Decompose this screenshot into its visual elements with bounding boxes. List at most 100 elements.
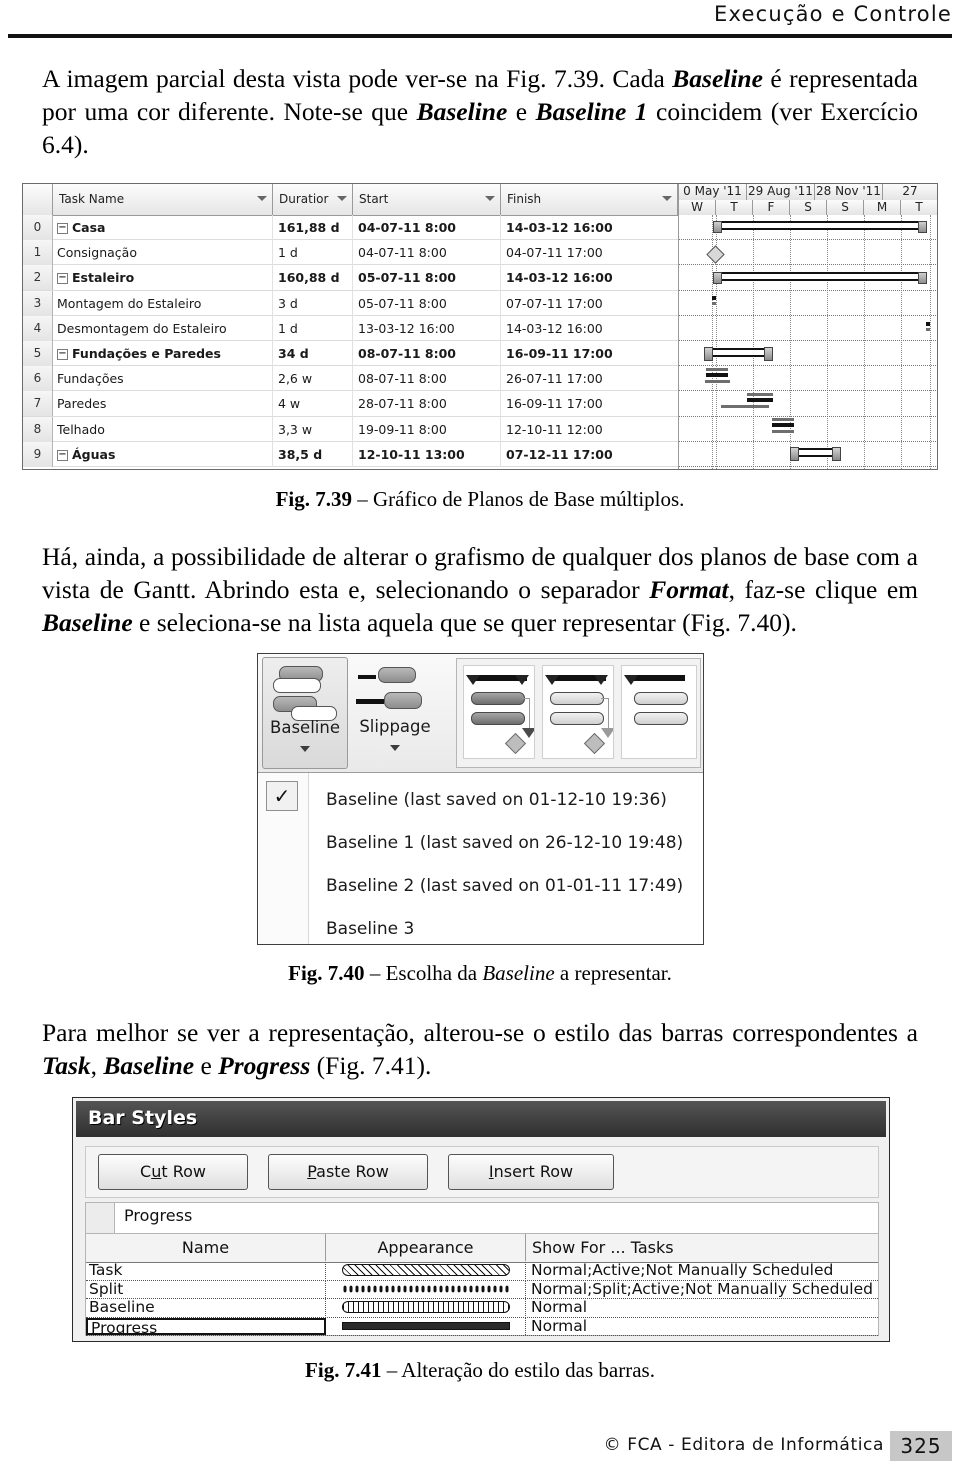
baseline-split-button[interactable]: Baseline xyxy=(262,657,348,769)
figure-7-39-gantt-view[interactable]: Task Name Duratior Start Finish 0− Casa 16… xyxy=(22,183,938,470)
gallery-style-1[interactable] xyxy=(463,665,535,759)
table-row[interactable]: Split Normal;Split;Active;Not Manually Sc… xyxy=(86,1280,878,1299)
grid-header-appearance[interactable]: Appearance xyxy=(326,1234,526,1261)
table-row[interactable]: Baseline Normal xyxy=(86,1299,878,1318)
bar-style-show-for-cell[interactable]: Normal xyxy=(526,1318,878,1335)
chevron-down-icon[interactable] xyxy=(300,746,310,752)
row-id-cell[interactable]: 9 xyxy=(23,441,53,467)
row-id-cell[interactable]: 0 xyxy=(23,215,53,240)
grid-header-show-for[interactable]: Show For ... Tasks xyxy=(526,1234,878,1261)
figure-7-41-bar-styles-dialog[interactable]: Bar Styles Cut Row Paste Row Insert Row … xyxy=(72,1097,890,1342)
duration-cell[interactable]: 1 d xyxy=(273,315,353,341)
start-cell[interactable]: 05-07-11 8:00 xyxy=(353,290,501,316)
finish-cell[interactable]: 16-09-11 17:00 xyxy=(501,341,678,366)
row-id-cell[interactable]: 2 xyxy=(23,265,53,291)
finish-cell[interactable]: 14-03-12 16:00 xyxy=(501,316,678,341)
gallery-style-2[interactable] xyxy=(542,665,614,759)
paste-row-button[interactable]: Paste Row xyxy=(268,1154,428,1190)
start-cell[interactable]: 04-07-11 8:00 xyxy=(353,240,501,266)
menu-item[interactable]: Baseline (last saved on 01-12-10 19:36) xyxy=(308,779,698,822)
row-id-cell[interactable]: 1 xyxy=(23,240,53,266)
duration-cell[interactable]: 3,3 w xyxy=(273,416,353,442)
table-row[interactable]: 7 Paredes 4 w 28-07-11 8:00 16-09-11 17:00 xyxy=(23,391,678,417)
gantt-sheet-pane[interactable]: Task Name Duratior Start Finish 0− Casa 16… xyxy=(23,184,678,469)
table-row[interactable]: Progress Normal xyxy=(86,1317,878,1336)
row-id-cell[interactable]: 4 xyxy=(23,315,53,341)
chevron-down-icon[interactable] xyxy=(257,196,267,201)
finish-cell[interactable]: 14-03-12 16:00 xyxy=(501,265,678,290)
gantt-bar-fundacoes[interactable] xyxy=(706,373,728,377)
finish-cell[interactable]: 12-10-11 12:00 xyxy=(501,417,678,442)
table-row[interactable]: 3 Montagem do Estaleiro 3 d 05-07-11 8:00 07… xyxy=(23,290,678,316)
finish-cell[interactable]: 04-07-11 17:00 xyxy=(501,240,678,265)
outline-collapse-icon[interactable]: − xyxy=(57,349,68,360)
figure-7-40-baseline-menu[interactable]: Baseline Slippage ✓ Baseline (last saved… xyxy=(257,653,704,945)
row-id-cell[interactable]: 3 xyxy=(23,290,53,316)
bar-style-appearance-cell[interactable] xyxy=(326,1262,526,1279)
table-row[interactable]: 6 Fundações 2,6 w 08-07-11 8:00 26-07-11 17:… xyxy=(23,366,678,392)
menu-item[interactable]: Baseline 1 (last saved on 26-12-10 19:48… xyxy=(308,822,698,865)
menu-item[interactable]: Baseline 3 xyxy=(308,908,698,944)
row-id-cell[interactable]: 7 xyxy=(23,391,53,417)
duration-cell[interactable]: 3 d xyxy=(273,290,353,316)
bar-style-appearance-cell[interactable] xyxy=(326,1280,526,1298)
outline-collapse-icon[interactable]: − xyxy=(57,273,68,285)
duration-cell[interactable]: 161,88 d xyxy=(273,215,353,240)
gantt-chart-pane[interactable]: 0 May '11 29 Aug '11 28 Nov '11 27 WTFSSMT xyxy=(678,184,937,469)
finish-cell[interactable]: 07-12-11 17:00 xyxy=(501,442,678,467)
start-cell[interactable]: 04-07-11 8:00 xyxy=(353,215,501,240)
bar-style-name-cell[interactable]: Baseline xyxy=(86,1299,326,1316)
duration-cell[interactable]: 160,88 d xyxy=(273,265,353,291)
table-row[interactable]: 0− Casa 161,88 d 04-07-11 8:00 14-03-12 16:0… xyxy=(23,215,678,241)
cut-row-button[interactable]: Cut Row xyxy=(98,1154,248,1190)
bar-style-appearance-cell[interactable] xyxy=(326,1317,526,1335)
gantt-style-gallery[interactable] xyxy=(456,658,701,768)
gantt-bar-summary-casa[interactable] xyxy=(713,221,927,233)
gantt-bar-telhado[interactable] xyxy=(772,423,794,427)
column-header-task-name[interactable]: Task Name xyxy=(53,184,273,215)
duration-cell[interactable]: 38,5 d xyxy=(273,441,353,467)
gantt-bar-paredes[interactable] xyxy=(747,398,773,402)
task-name-cell[interactable]: Telhado xyxy=(53,416,273,442)
start-cell[interactable]: 05-07-11 8:00 xyxy=(353,265,501,291)
start-cell[interactable]: 13-03-12 16:00 xyxy=(353,315,501,341)
bar-style-name-cell[interactable]: Split xyxy=(86,1280,326,1298)
outline-collapse-icon[interactable]: − xyxy=(57,449,68,461)
gantt-bar-summary-estaleiro[interactable] xyxy=(713,272,927,284)
column-header-duration[interactable]: Duratior xyxy=(273,184,353,215)
check-icon[interactable]: ✓ xyxy=(266,781,298,811)
bar-style-name-cell[interactable]: Task xyxy=(86,1262,326,1279)
column-header-start[interactable]: Start xyxy=(353,184,501,215)
duration-cell[interactable]: 4 w xyxy=(273,391,353,417)
start-cell[interactable]: 19-09-11 8:00 xyxy=(353,416,501,442)
gantt-bar-desmontagem[interactable] xyxy=(926,322,930,326)
insert-row-button[interactable]: Insert Row xyxy=(448,1154,614,1190)
task-name-cell[interactable]: − Casa xyxy=(53,215,273,240)
row-id-cell[interactable]: 6 xyxy=(23,366,53,392)
bar-styles-grid[interactable]: Name Appearance Show For ... Tasks Task N… xyxy=(85,1234,879,1336)
bar-style-show-for-cell[interactable]: Normal;Active;Not Manually Scheduled xyxy=(526,1262,878,1279)
bar-style-name-cell[interactable]: Progress xyxy=(86,1317,326,1335)
finish-cell[interactable]: 26-07-11 17:00 xyxy=(501,366,678,391)
slippage-split-button[interactable]: Slippage xyxy=(352,657,438,769)
chevron-down-icon[interactable] xyxy=(390,745,400,751)
table-row[interactable]: Task Normal;Active;Not Manually Scheduled xyxy=(86,1262,878,1281)
row-id-cell[interactable]: 8 xyxy=(23,416,53,442)
table-row[interactable]: 2− Estaleiro 160,88 d 05-07-11 8:00 14-03-12… xyxy=(23,265,678,291)
finish-cell[interactable]: 14-03-12 16:00 xyxy=(501,215,678,240)
task-name-cell[interactable]: − Águas xyxy=(53,441,273,467)
bar-style-show-for-cell[interactable]: Normal xyxy=(526,1299,878,1316)
task-name-cell[interactable]: Paredes xyxy=(53,391,273,417)
chevron-down-icon[interactable] xyxy=(662,196,672,201)
table-row[interactable]: 8 Telhado 3,3 w 19-09-11 8:00 12-10-11 12:00 xyxy=(23,416,678,442)
grid-header-name[interactable]: Name xyxy=(86,1234,326,1261)
chevron-down-icon[interactable] xyxy=(337,196,347,201)
finish-cell[interactable]: 07-07-11 17:00 xyxy=(501,291,678,316)
bar-styles-edit-field[interactable]: Progress xyxy=(85,1202,879,1234)
finish-cell[interactable]: 16-09-11 17:00 xyxy=(501,391,678,416)
duration-cell[interactable]: 2,6 w xyxy=(273,366,353,392)
start-cell[interactable]: 28-07-11 8:00 xyxy=(353,391,501,417)
baseline-dropdown-menu[interactable]: ✓ Baseline (last saved on 01-12-10 19:36… xyxy=(258,772,703,944)
start-cell[interactable]: 08-07-11 8:00 xyxy=(353,366,501,392)
gantt-bar-montagem[interactable] xyxy=(712,296,716,300)
